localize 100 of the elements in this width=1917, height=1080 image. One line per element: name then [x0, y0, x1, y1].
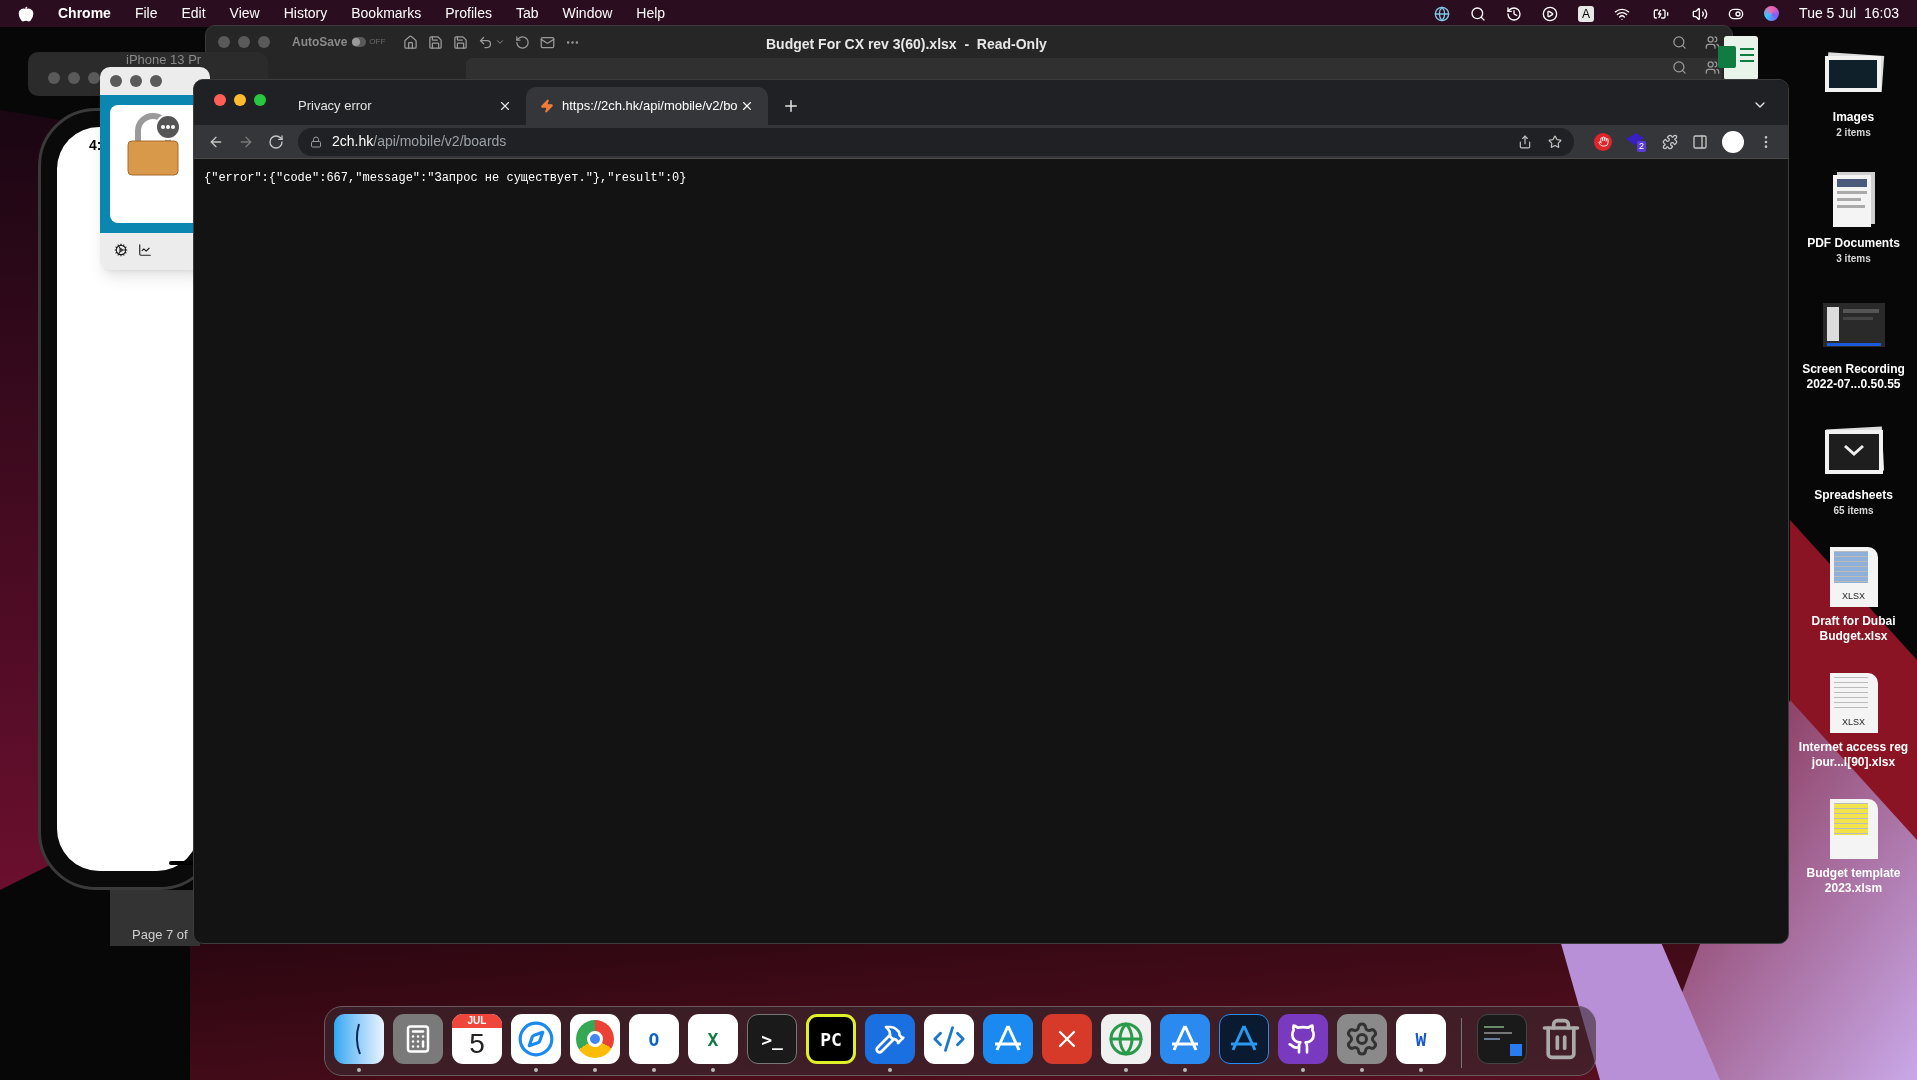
item-count: 2 items	[1836, 126, 1871, 140]
menu-item[interactable]: Help	[636, 3, 666, 24]
code-icon[interactable]	[924, 1014, 974, 1064]
menu-item[interactable]: Edit	[181, 3, 206, 24]
avatar[interactable]	[1722, 130, 1744, 153]
menu-clock[interactable]: Tue 5 Jul 16:03	[1799, 3, 1899, 24]
ide-icon[interactable]: PC	[806, 1014, 856, 1064]
spreadsheet-icon[interactable]: X	[688, 1014, 738, 1064]
minimize-button[interactable]	[130, 75, 142, 87]
globe-icon[interactable]	[1101, 1014, 1151, 1064]
item-count: 65 items	[1833, 504, 1874, 518]
share-icon[interactable]	[1705, 34, 1720, 50]
zoom-button[interactable]	[150, 75, 162, 87]
close-button[interactable]	[214, 94, 226, 106]
store-icon[interactable]	[1219, 1014, 1269, 1064]
file-name[interactable]: Images	[1830, 110, 1877, 125]
window-preview-icon[interactable]	[1477, 1014, 1527, 1064]
terminal-icon[interactable]: >_	[747, 1014, 797, 1064]
status-time: 4:	[89, 136, 102, 155]
photo-stack-icon	[1822, 52, 1885, 94]
store-icon[interactable]	[983, 1014, 1033, 1064]
file-name[interactable]: PDF Documents	[1805, 236, 1902, 251]
menu-item[interactable]: Window	[562, 3, 613, 24]
assistant-icon[interactable]	[1764, 6, 1780, 21]
padlock-icon	[124, 113, 182, 179]
document-stack-icon	[1830, 170, 1877, 228]
tab-title: https://2ch.hk/api/mobile/v2/bo	[562, 97, 738, 116]
play-icon[interactable]	[1542, 5, 1559, 22]
address-bar[interactable]: 2ch.hk/api/mobile/v2/boards	[298, 127, 1574, 156]
wheel-icon[interactable]	[570, 1014, 620, 1064]
spreadsheet-file-icon	[1718, 36, 1758, 80]
menu-item[interactable]: Bookmarks	[351, 3, 422, 24]
store-icon[interactable]	[1160, 1014, 1210, 1064]
home-icon[interactable]	[403, 34, 419, 50]
menu-item[interactable]: Profiles	[445, 3, 492, 24]
window-title: Budget For CX rev 3(60).xlsx - Read-Only	[766, 35, 1047, 54]
autosave-label: AutoSave	[292, 34, 348, 51]
undo-icon[interactable]	[478, 34, 494, 50]
side-panel-icon[interactable]	[1692, 133, 1708, 150]
menu-item[interactable]: History	[283, 3, 328, 24]
cat-icon[interactable]	[1278, 1014, 1328, 1064]
save-as-icon[interactable]	[453, 34, 469, 50]
save-icon[interactable]	[428, 34, 444, 50]
document-icon[interactable]: W	[1396, 1014, 1446, 1064]
mail-icon[interactable]	[540, 34, 556, 50]
file-name[interactable]: Budget template 2023.xlsm	[1790, 866, 1917, 896]
spreadsheet-file-icon: XLSX	[1829, 673, 1878, 733]
close-button[interactable]	[110, 75, 122, 87]
menu-item[interactable]: Tab	[515, 3, 539, 24]
clock-icon[interactable]	[1506, 5, 1523, 22]
menu-item[interactable]: View	[229, 3, 260, 24]
chart-icon[interactable]	[138, 243, 152, 257]
folder-stack-icon	[1822, 426, 1885, 476]
url-text: 2ch.hk/api/mobile/v2/boards	[332, 132, 507, 151]
screen-thumbnail-icon	[1822, 303, 1885, 347]
close-icon[interactable]	[740, 99, 754, 113]
compass-icon[interactable]	[511, 1014, 561, 1064]
extension-badge: 2	[1637, 140, 1646, 152]
apple-icon[interactable]	[18, 5, 34, 22]
share-icon[interactable]	[1705, 60, 1720, 75]
browser-tab[interactable]: Privacy error	[284, 87, 526, 125]
tag-icon[interactable]	[1626, 132, 1644, 147]
new-tab-icon[interactable]	[782, 97, 800, 115]
menu-item[interactable]: Chrome	[58, 3, 111, 24]
item-count: 3 items	[1836, 252, 1871, 266]
file-name[interactable]: Spreadsheets	[1812, 488, 1895, 503]
zoom-button[interactable]	[254, 94, 266, 106]
bookmark-star-icon[interactable]	[1548, 134, 1562, 149]
search-icon[interactable]	[1470, 5, 1487, 22]
page-label: Page 7 of	[131, 925, 189, 944]
file-name[interactable]: Internet access reg jour...l[90].xlsx	[1790, 740, 1917, 770]
window-title: iPhone 13 Pr	[126, 53, 202, 66]
reload-icon[interactable]	[268, 133, 284, 150]
lock-icon	[310, 135, 322, 148]
browser-tab[interactable]: https://2ch.hk/api/mobile/v2/bo	[526, 87, 768, 125]
calendar-icon[interactable]: JUL 5	[452, 1014, 502, 1064]
hammer-icon[interactable]	[865, 1014, 915, 1064]
volume-icon[interactable]	[1692, 5, 1709, 22]
remote-icon[interactable]	[1042, 1014, 1092, 1064]
spreadsheet-file-icon	[1829, 799, 1878, 859]
redo-icon[interactable]	[515, 34, 531, 50]
response-text: {"error":{"code":667,"message":"Запрос не существует."},"result":0}	[204, 170, 688, 187]
gear-icon[interactable]	[1337, 1014, 1387, 1064]
file-name[interactable]: Screen Recording 2022-07...0.50.55	[1790, 362, 1917, 392]
caret-icon[interactable]	[495, 37, 506, 47]
spreadsheet-file-icon: XLSX	[1829, 547, 1878, 607]
autosave-toggle[interactable]	[352, 37, 367, 47]
tab-title: Privacy error	[298, 97, 372, 116]
share-icon[interactable]	[1518, 134, 1532, 149]
bolt-icon	[540, 99, 554, 113]
input-source-indicator[interactable]: A	[1578, 5, 1595, 22]
globe-icon[interactable]	[1434, 5, 1451, 22]
calculator-icon[interactable]	[393, 1014, 443, 1064]
settings-icon[interactable]	[114, 243, 128, 257]
hand-icon[interactable]	[1594, 132, 1612, 151]
extensions-icon[interactable]	[1662, 133, 1678, 150]
mail-icon[interactable]: O	[629, 1014, 679, 1064]
minimize-button[interactable]	[234, 94, 246, 106]
close-icon[interactable]	[498, 99, 512, 113]
menu-item[interactable]: File	[134, 3, 158, 24]
